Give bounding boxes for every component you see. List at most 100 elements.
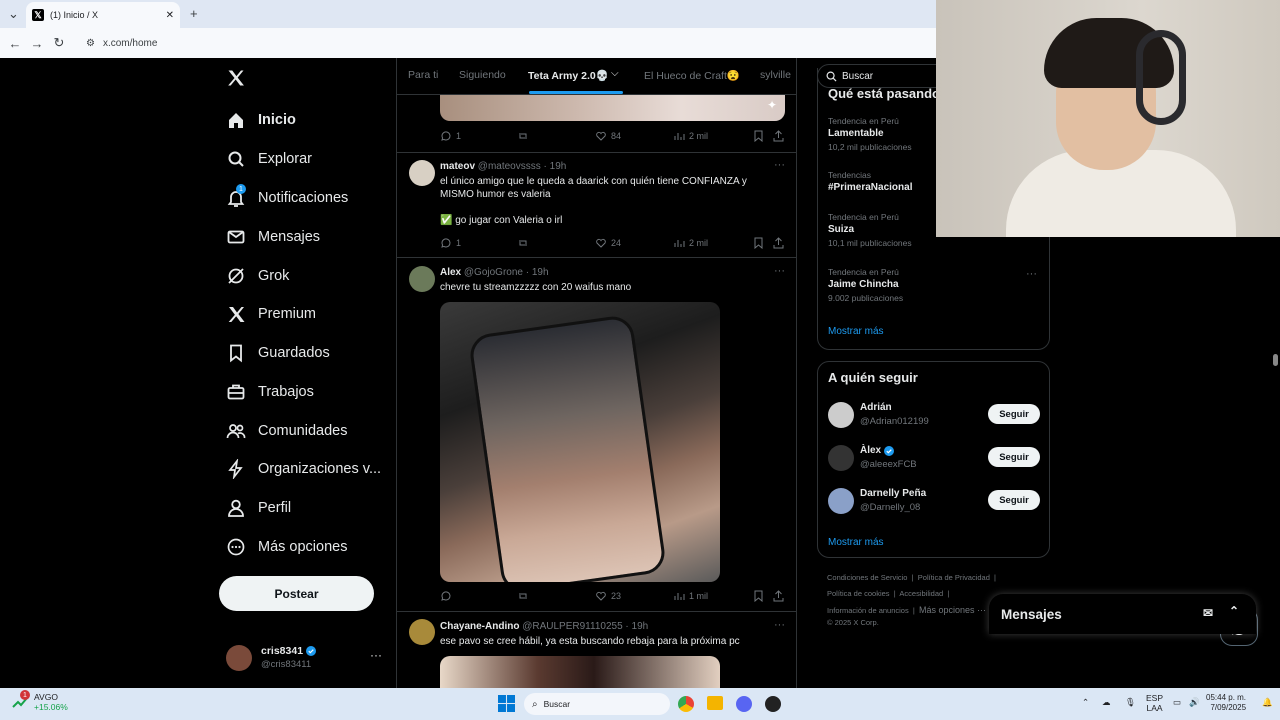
reply-button[interactable]: 1 (440, 130, 461, 142)
clock[interactable]: 05:44 p. m. 7/09/2025 (1206, 693, 1246, 713)
chrome-icon[interactable] (678, 696, 694, 712)
bookmark-button[interactable] (753, 590, 768, 602)
trend-item[interactable]: Tendencias #PrimeraNacional (828, 170, 913, 193)
footer-accessibility-link[interactable]: Accesibilidad (899, 589, 943, 598)
views-button[interactable]: 1 mil (673, 590, 708, 602)
avatar[interactable] (409, 160, 435, 186)
sidebar-item-notificaciones[interactable]: 1 Notificaciones (226, 184, 348, 210)
footer-more-link[interactable]: Más opciones ··· (919, 605, 986, 615)
tab-para-ti[interactable]: Para ti (408, 69, 438, 81)
footer-privacy-link[interactable]: Política de Privacidad (918, 573, 990, 582)
show-more-follow-link[interactable]: Mostrar más (828, 537, 884, 548)
sidebar-item-explorar[interactable]: Explorar (226, 147, 312, 171)
footer-ads-link[interactable]: Información de anuncios (827, 606, 909, 615)
sidebar-item-comunidades[interactable]: Comunidades (226, 419, 347, 443)
follow-button[interactable]: Seguir (988, 490, 1040, 510)
tab-el-hueco[interactable]: El Hueco de Craft😧 (644, 69, 740, 82)
show-more-trends-link[interactable]: Mostrar más (828, 326, 884, 337)
tab-list-chevron-icon[interactable]: ⌄ (8, 6, 19, 22)
reload-icon[interactable]: ↻ (48, 35, 70, 51)
author-handle[interactable]: @RAULPER91110255 (522, 621, 622, 632)
trend-item[interactable]: Tendencia en Perú Suiza 10,1 mil publicaci… (828, 212, 912, 248)
bookmark-button[interactable] (753, 237, 768, 249)
obs-icon[interactable] (765, 696, 781, 712)
tweet-image[interactable] (440, 656, 720, 688)
sidebar-item-organizaciones-v[interactable]: Organizaciones v... (226, 457, 381, 481)
author-handle[interactable]: @GojoGrone (464, 267, 523, 278)
post-button[interactable]: Postear (219, 576, 374, 611)
language-indicator[interactable]: ESP LAA (1146, 693, 1163, 713)
microphone-icon[interactable]: 🎙 (1125, 697, 1136, 708)
notification-bell-icon[interactable]: 🔔 (1262, 697, 1273, 708)
author-name[interactable]: Alex (440, 267, 461, 278)
more-dots-icon[interactable]: ··· (1026, 268, 1037, 280)
follow-button[interactable]: Seguir (988, 447, 1040, 467)
sidebar-item-grok[interactable]: Grok (226, 264, 289, 288)
more-dots-icon[interactable]: ··· (370, 648, 382, 662)
onedrive-icon[interactable]: ☁ (1102, 697, 1111, 708)
site-info-icon[interactable]: ⚙ (86, 38, 95, 49)
author-handle[interactable]: @mateovssss (478, 161, 541, 172)
avatar[interactable] (409, 266, 435, 292)
more-dots-icon[interactable]: ··· (774, 265, 785, 277)
footer-terms-link[interactable]: Condiciones de Servicio (827, 573, 907, 582)
more-dots-icon[interactable]: ··· (774, 159, 785, 171)
share-button[interactable] (773, 237, 788, 249)
tweet[interactable]: Alex @GojoGrone · 19h ··· chevre tu stre… (397, 258, 796, 612)
windows-start-icon[interactable] (498, 695, 515, 712)
tab-sylville[interactable]: sylville (760, 69, 791, 81)
tweet-time[interactable]: · 19h (526, 267, 549, 278)
account-switcher[interactable]: cris8341 @cris83411 ··· (226, 642, 386, 674)
share-button[interactable] (773, 130, 788, 142)
reply-button[interactable]: 1 (440, 237, 461, 249)
reply-button[interactable] (440, 590, 456, 602)
back-arrow-icon[interactable]: ← (4, 36, 26, 51)
browser-tab[interactable]: 𝕏 (1) Inicio / X ✕ (26, 2, 180, 28)
forward-arrow-icon[interactable]: → (26, 36, 48, 51)
file-explorer-icon[interactable] (707, 696, 723, 710)
network-icon[interactable]: ▭ (1173, 697, 1181, 708)
sidebar-item-trabajos[interactable]: Trabajos (226, 380, 314, 404)
tweet[interactable]: Chayane-Andino @RAULPER91110255 · 19h ··… (397, 612, 796, 688)
volume-icon[interactable]: 🔊 (1189, 697, 1200, 708)
trend-item[interactable]: Tendencia en Perú Jaime Chincha 9.002 publ… (828, 267, 903, 303)
address-bar[interactable]: ⚙ x.com/home (78, 32, 898, 54)
like-button[interactable]: 23 (595, 590, 621, 602)
chevron-up-icon[interactable]: ⌃ (1229, 604, 1239, 618)
tweet-image[interactable] (440, 302, 720, 582)
tray-chevron-up-icon[interactable]: ⌃ (1082, 697, 1089, 708)
share-button[interactable] (773, 590, 788, 602)
sidebar-item-perfil[interactable]: Perfil (226, 496, 291, 520)
author-name[interactable]: mateov (440, 161, 475, 172)
x-logo-icon[interactable] (226, 68, 246, 88)
new-tab-icon[interactable]: + (190, 6, 198, 21)
stock-widget[interactable]: 1 AVGO +15.06% (12, 690, 68, 712)
close-tab-icon[interactable]: ✕ (166, 10, 174, 21)
repost-button[interactable] (517, 590, 533, 602)
tweet[interactable]: mateov @mateovssss · 19h ··· el único am… (397, 153, 796, 258)
sidebar-item-premium[interactable]: Premium (226, 302, 316, 326)
bookmark-button[interactable] (753, 130, 768, 142)
repost-button[interactable] (517, 130, 533, 142)
views-button[interactable]: 2 mil (673, 237, 708, 249)
sidebar-item-más-opciones[interactable]: Más opciones (226, 535, 347, 559)
new-message-icon[interactable]: ✉ (1203, 606, 1213, 620)
follow-suggestion[interactable]: Adrián @Adrian012199 Seguir (828, 400, 1040, 430)
avatar[interactable] (409, 619, 435, 645)
sidebar-item-mensajes[interactable]: Mensajes (226, 225, 320, 249)
discord-icon[interactable] (736, 696, 752, 712)
tweet-time[interactable]: · 19h (625, 621, 648, 632)
follow-suggestion[interactable]: Àlex @aleeexFCB Seguir (828, 443, 1040, 473)
like-button[interactable]: 24 (595, 237, 621, 249)
tab-teta-army[interactable]: Teta Army 2.0💀 (528, 69, 609, 82)
messages-drawer[interactable]: Mensajes ✉ ⌃ (989, 594, 1256, 634)
tab-siguiendo[interactable]: Siguiendo (459, 69, 506, 81)
like-button[interactable]: 84 (595, 130, 621, 142)
scrollbar-thumb[interactable] (1273, 354, 1278, 366)
footer-cookies-link[interactable]: Política de cookies (827, 589, 890, 598)
follow-button[interactable]: Seguir (988, 404, 1040, 424)
follow-suggestion[interactable]: Darnelly Peña @Darnelly_08 Seguir (828, 486, 1040, 516)
sidebar-item-guardados[interactable]: Guardados (226, 341, 330, 365)
author-name[interactable]: Chayane-Andino (440, 621, 519, 632)
more-dots-icon[interactable]: ··· (774, 619, 785, 631)
